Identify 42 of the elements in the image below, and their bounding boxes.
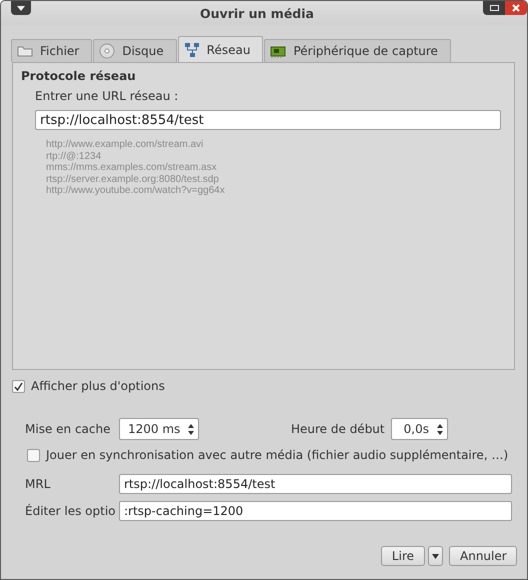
restore-button[interactable] xyxy=(483,1,505,15)
tab[interactable]: Réseau xyxy=(178,36,264,62)
restore-icon xyxy=(490,5,498,11)
network-icon xyxy=(184,42,200,58)
tab[interactable]: Périphérique de capture xyxy=(264,39,451,62)
play-button[interactable]: Lire xyxy=(380,546,425,566)
spin-value: 1200 ms xyxy=(128,422,180,436)
spin-value: 0,0s xyxy=(404,422,429,436)
example-url: http://www.example.com/stream.avi xyxy=(46,139,204,150)
check-icon xyxy=(14,382,23,390)
field-label: Éditer les optio xyxy=(25,504,116,518)
example-url: rtp://@:1234 xyxy=(46,150,102,162)
checkbox-label: Afficher plus d'options xyxy=(31,379,165,393)
example-url: mms://mms.examples.com/stream.asx xyxy=(46,162,218,174)
tab[interactable]: Disque xyxy=(93,39,177,62)
field-label: Entrer une URL réseau : xyxy=(35,89,180,103)
field-label: Heure de début xyxy=(291,422,385,436)
window-title: Ouvrir un média xyxy=(200,6,314,20)
spin-arrows-icon xyxy=(436,424,443,434)
spin-box[interactable]: 0,0s xyxy=(390,418,448,440)
text-field[interactable]: rtsp://localhost:8554/test xyxy=(119,474,512,494)
spin-arrows-icon xyxy=(188,424,194,434)
url-field[interactable]: rtsp://localhost:8554/test xyxy=(35,110,501,130)
field-label: MRL xyxy=(25,477,52,491)
tab[interactable]: Fichier xyxy=(11,39,92,62)
checkbox-label: Jouer en synchronisation avec autre média (fichier audio supplémentaire, …) xyxy=(46,448,508,462)
section-heading: Protocole réseau xyxy=(21,69,137,83)
checkbox[interactable] xyxy=(27,448,40,462)
cancel-button[interactable]: Annuler xyxy=(449,546,517,566)
field-label: Mise en cache xyxy=(25,422,112,436)
spin-box[interactable]: 1200 ms xyxy=(119,418,199,440)
close-icon xyxy=(512,4,520,12)
disc-icon xyxy=(99,43,116,59)
caret-icon xyxy=(432,554,439,558)
example-url: rtsp://server.example.org:8080/test.sdp xyxy=(46,174,220,185)
dropdown-button[interactable] xyxy=(428,546,443,566)
text-field[interactable]: :rtsp-caching=1200 xyxy=(119,501,512,521)
example-url: http://www.youtube.com/watch?v=gg64x xyxy=(46,185,226,196)
close-button[interactable] xyxy=(505,1,527,15)
window-menu-button[interactable] xyxy=(11,1,31,15)
caret-icon xyxy=(17,6,25,10)
checkbox[interactable] xyxy=(12,380,25,392)
